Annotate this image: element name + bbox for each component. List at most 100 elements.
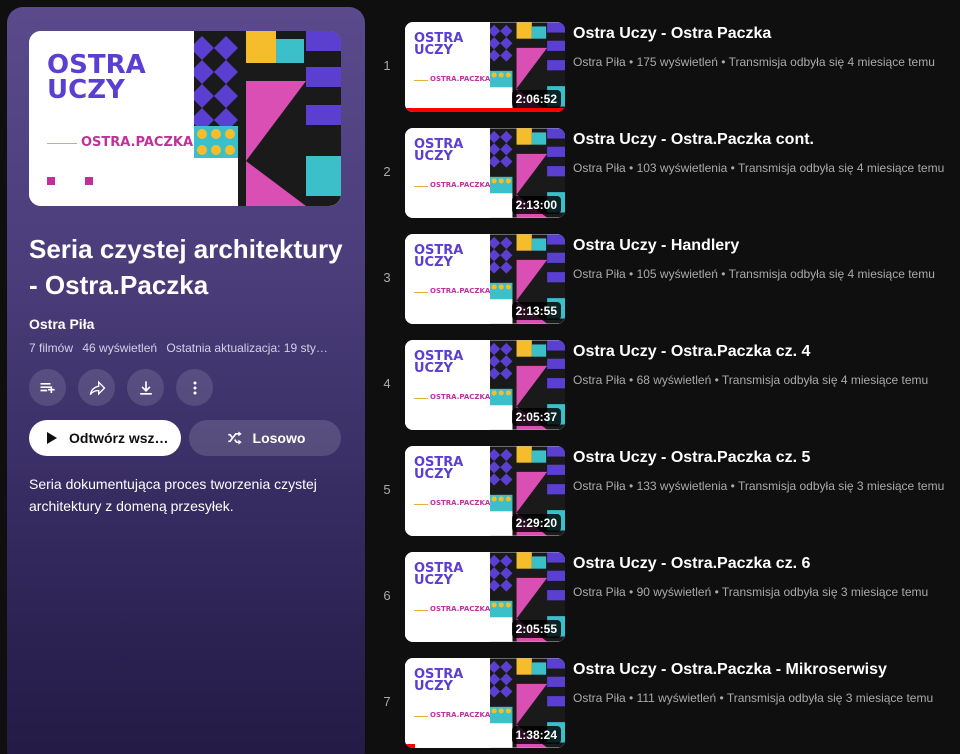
playlist-hero-thumbnail[interactable]: OSTRA UCZY OSTRA.PACZKA	[29, 31, 341, 206]
video-thumbnail[interactable]: OSTRA UCZY OSTRA.PACZKA	[405, 446, 565, 536]
thumb-logo-line2: UCZY	[414, 467, 453, 483]
video-index: 1	[383, 57, 391, 73]
thumb-arrow	[414, 398, 428, 399]
video-thumbnail[interactable]: OSTRA UCZY OSTRA.PACZKA	[405, 128, 565, 218]
thumb-tagline: OSTRA.PACZKA	[430, 393, 491, 401]
thumb-ostra-uczy-logo: OSTRA UCZY	[414, 244, 463, 270]
video-duration: 2:13:00	[511, 196, 561, 214]
thumb-arrow	[414, 186, 428, 187]
thumb-arrow	[414, 716, 428, 717]
hero-geometric-pattern	[194, 31, 341, 206]
video-thumbnail[interactable]: OSTRA UCZY OSTRA.PACZKA	[405, 340, 565, 430]
video-thumbnail[interactable]: OSTRA UCZY OSTRA.PACZKA	[405, 552, 565, 642]
video-channel-link[interactable]: Ostra Piła	[573, 161, 626, 175]
play-all-button[interactable]: Odtwórz wsz…	[29, 420, 181, 456]
playlist-page: OSTRA UCZY OSTRA.PACZKA Seria czystej ar…	[0, 0, 960, 754]
twitter-icon	[47, 177, 55, 185]
thumb-arrow	[414, 610, 428, 611]
video-title[interactable]: Ostra Uczy - Ostra.Paczka cz. 5	[573, 449, 810, 467]
more-button[interactable]	[176, 369, 213, 406]
playlist-description: Seria dokumentująca proces tworzenia czy…	[29, 476, 317, 514]
video-title[interactable]: Ostra Uczy - Ostra Paczka	[573, 25, 771, 43]
thumb-tagline: OSTRA.PACZKA	[430, 499, 491, 507]
thumb-logo-line2: UCZY	[414, 361, 453, 377]
thumb-arrow	[414, 504, 428, 505]
hero-tagline: OSTRA.PACZKA	[81, 135, 194, 150]
video-age: Transmisja odbyła się 4 miesiące temu	[737, 161, 945, 175]
video-count: 7 filmów	[29, 341, 74, 355]
save-to-library-button[interactable]	[29, 369, 66, 406]
video-metadata: Ostra Piła • 133 wyświetlenia • Transmis…	[573, 479, 944, 493]
video-thumbnail[interactable]: OSTRA UCZY OSTRA.PACZKA	[405, 234, 565, 324]
thumb-ostra-uczy-logo: OSTRA UCZY	[414, 32, 463, 59]
video-metadata: Ostra Piła • 103 wyświetlenia • Transmis…	[573, 161, 944, 175]
thumb-tagline: OSTRA.PACZKA	[430, 75, 491, 83]
meta-separator: •	[727, 479, 738, 493]
meta-separator: •	[716, 691, 727, 705]
video-duration: 2:05:55	[511, 620, 561, 638]
video-list-item[interactable]: 5 OSTRA UCZY OSTRA.PACZKA 2:29:20 Ostra …	[375, 441, 960, 537]
video-title[interactable]: Ostra Uczy - Ostra.Paczka cz. 6	[573, 555, 810, 573]
video-age: Transmisja odbyła się 3 miesiące temu	[726, 691, 934, 705]
thumb-ostra-uczy-logo: OSTRA UCZY	[414, 350, 463, 377]
video-index: 3	[383, 269, 391, 285]
video-views: 175 wyświetleń	[636, 55, 718, 69]
video-index: 7	[383, 693, 391, 709]
video-age: Transmisja odbyła się 3 miesiące temu	[721, 585, 929, 599]
meta-separator: •	[625, 267, 637, 281]
thumb-tagline: OSTRA.PACZKA	[430, 287, 491, 295]
video-duration: 1:38:24	[511, 726, 561, 744]
thumb-tagline: OSTRA.PACZKA	[430, 711, 491, 719]
video-age: Transmisja odbyła się 4 miesiące temu	[721, 373, 929, 387]
thumb-logo-line2: UCZY	[414, 43, 453, 59]
video-index: 2	[383, 163, 391, 179]
meta-separator: •	[727, 161, 738, 175]
video-channel-link[interactable]: Ostra Piła	[573, 373, 626, 387]
share-button[interactable]	[78, 369, 115, 406]
video-channel-link[interactable]: Ostra Piła	[573, 479, 626, 493]
video-thumbnail[interactable]: OSTRA UCZY OSTRA.PACZKA	[405, 658, 565, 748]
video-title[interactable]: Ostra Uczy - Ostra.Paczka - Mikroserwisy	[573, 661, 887, 679]
video-duration: 2:06:52	[511, 90, 561, 108]
shuffle-button[interactable]: Losowo	[189, 420, 341, 456]
meta-separator: •	[711, 585, 722, 599]
video-views: 111 wyświetleń	[636, 691, 717, 705]
meta-separator: •	[625, 161, 637, 175]
video-metadata: Ostra Piła • 68 wyświetleń • Transmisja …	[573, 373, 928, 387]
video-channel-link[interactable]: Ostra Piła	[573, 585, 626, 599]
video-channel-link[interactable]: Ostra Piła	[573, 267, 626, 281]
video-thumbnail[interactable]: OSTRA UCZY OSTRA.PACZKA	[405, 22, 565, 112]
thumb-arrow	[414, 80, 428, 81]
meta-separator: •	[625, 479, 637, 493]
watch-progress-bar	[405, 108, 565, 112]
video-views: 105 wyświetleń	[636, 267, 718, 281]
thumb-logo-line2: UCZY	[414, 149, 453, 165]
hero-social-row	[47, 177, 93, 185]
video-list-item[interactable]: 4 OSTRA UCZY OSTRA.PACZKA 2:05:37 Ostra …	[375, 335, 960, 431]
thumb-arrow	[414, 292, 428, 293]
video-title[interactable]: Ostra Uczy - Ostra.Paczka cz. 4	[573, 343, 810, 361]
video-list-item[interactable]: 7 OSTRA UCZY OSTRA.PACZKA 1:38:24 Ostra …	[375, 653, 960, 749]
meta-separator: •	[625, 691, 637, 705]
video-channel-link[interactable]: Ostra Piła	[573, 55, 626, 69]
video-list-item[interactable]: 1 OSTRA UCZY OSTRA.PACZKA 2:06:52 Ostra …	[375, 17, 960, 113]
download-button[interactable]	[127, 369, 164, 406]
video-channel-link[interactable]: Ostra Piła	[573, 691, 626, 705]
watch-progress-bar	[405, 744, 415, 748]
meta-separator: •	[711, 373, 722, 387]
video-index: 6	[383, 587, 391, 603]
video-title[interactable]: Ostra Uczy - Ostra.Paczka cont.	[573, 131, 814, 149]
video-metadata: Ostra Piła • 111 wyświetleń • Transmisja…	[573, 691, 933, 705]
playlist-owner-link[interactable]: Ostra Piła	[29, 316, 94, 332]
playlist-header-panel: OSTRA UCZY OSTRA.PACZKA Seria czystej ar…	[7, 7, 365, 754]
facebook-icon	[85, 177, 93, 185]
last-update: Ostatnia aktualizacja: 19 sty…	[166, 341, 328, 355]
video-age: Transmisja odbyła się 4 miesiące temu	[728, 55, 935, 69]
video-list-item[interactable]: 2 OSTRA UCZY OSTRA.PACZKA 2:13:00 Ostra …	[375, 123, 960, 219]
video-metadata: Ostra Piła • 90 wyświetleń • Transmisja …	[573, 585, 928, 599]
video-title[interactable]: Ostra Uczy - Handlery	[573, 237, 739, 255]
video-list-item[interactable]: 3 OSTRA UCZY OSTRA.PACZKA 2:13:55 Ostra …	[375, 229, 960, 325]
playlist-actions	[29, 369, 213, 406]
thumb-logo-line2: UCZY	[414, 679, 453, 695]
video-list-item[interactable]: 6 OSTRA UCZY OSTRA.PACZKA 2:05:55 Ostra …	[375, 547, 960, 643]
